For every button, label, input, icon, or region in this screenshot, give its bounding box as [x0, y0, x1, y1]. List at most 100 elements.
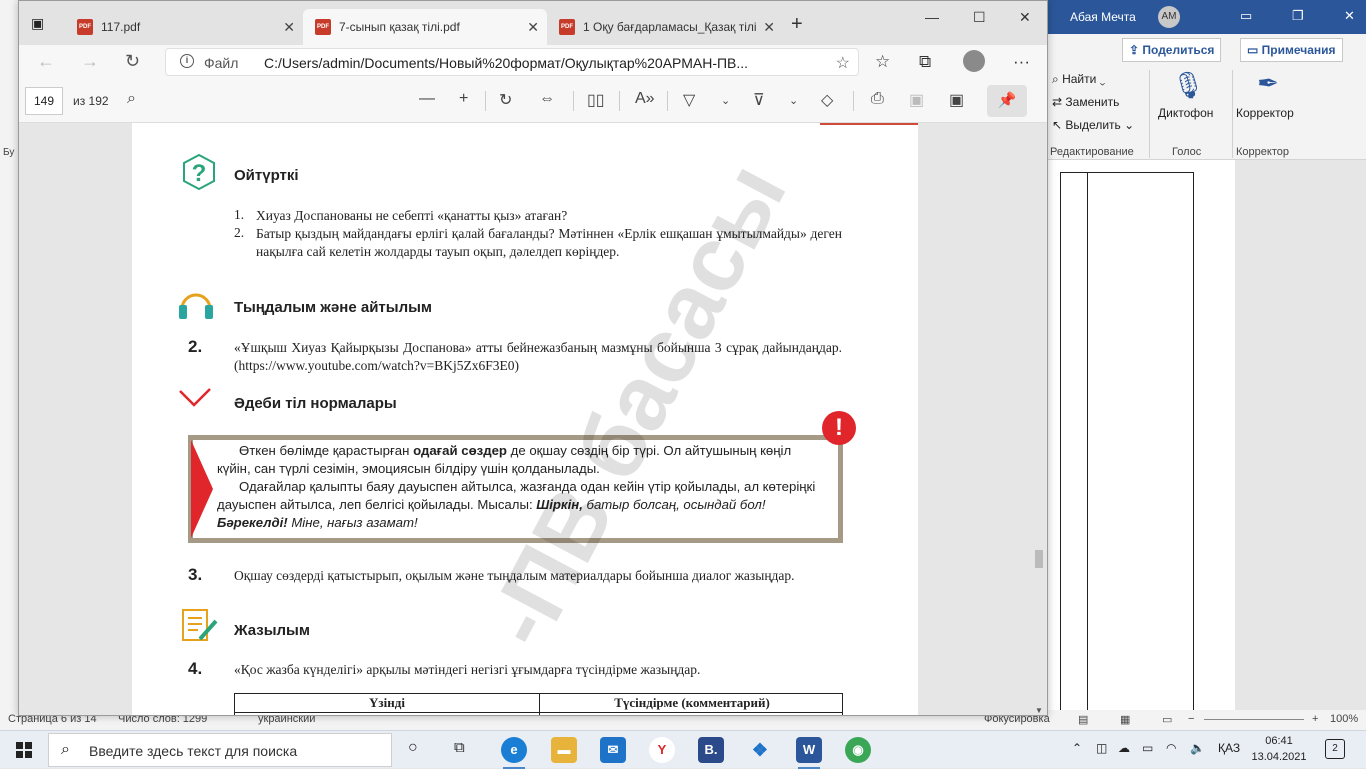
minimize-icon[interactable]: —	[925, 9, 939, 25]
add-favorite-icon[interactable]: ☆	[836, 53, 850, 73]
taskbar-search-input[interactable]: ⌕ Введите здесь текст для поиска	[48, 733, 392, 767]
tab-7-synyp-pdf[interactable]: PDF 7-сынып қазақ тілі.pdf ✕	[303, 9, 547, 45]
scroll-down-icon[interactable]: ▼	[1035, 706, 1043, 715]
close-icon[interactable]: ✕	[1344, 8, 1355, 24]
cortana-icon[interactable]: ○	[408, 739, 418, 757]
edge-app-icon[interactable]: e	[501, 737, 527, 769]
b-app-icon[interactable]: B.	[698, 737, 724, 763]
restore-icon[interactable]: ❐	[1292, 8, 1304, 24]
search-icon[interactable]: ⌕	[127, 90, 136, 108]
task-3-text: Оқшау сөздерді қатыстырып, оқылым және т…	[234, 568, 795, 583]
tab-actions-icon[interactable]: ▣	[31, 15, 44, 32]
more-icon[interactable]: ···	[1013, 52, 1030, 72]
scrollbar-thumb[interactable]	[1035, 550, 1043, 568]
page-view-icon[interactable]: ▯▯	[587, 90, 605, 110]
chrome-icon[interactable]: ◉	[845, 737, 871, 763]
pin-toolbar-button[interactable]: 📌	[987, 85, 1027, 117]
read-mode-icon[interactable]: ▤	[1078, 713, 1088, 726]
volume-icon[interactable]: 🔈	[1190, 741, 1205, 755]
fit-page-icon[interactable]: ⇔	[539, 90, 555, 108]
chevron-up-icon[interactable]: ⌃	[1072, 741, 1082, 755]
word-user-name[interactable]: Абая Мечта	[1070, 10, 1136, 24]
zoom-out-icon[interactable]: —	[419, 90, 435, 108]
info-icon[interactable]: i	[180, 54, 194, 68]
rotate-icon[interactable]: ↻	[499, 90, 512, 110]
new-tab-button[interactable]: +	[791, 13, 803, 36]
section-title-tyndalym: Тыңдалым және айтылым	[234, 299, 433, 316]
cloud-icon[interactable]: ☁	[1118, 741, 1130, 755]
favorites-icon[interactable]: ☆	[875, 52, 890, 72]
tab-117-pdf[interactable]: PDF 117.pdf ✕	[65, 9, 304, 45]
tab-oqu-bagdarlamasy[interactable]: PDF 1 Оқу бағдарламасы_Қазақ тілі ✕	[547, 9, 783, 45]
dictation-label[interactable]: Диктофон	[1158, 106, 1213, 120]
notes-label: Примечания	[1261, 43, 1336, 57]
diary-table: Үзінді Түсіндірме (комментарий)	[234, 693, 843, 715]
section-title-adebi-til: Әдеби тіл нормалары	[234, 395, 397, 412]
word-app-icon[interactable]: W	[796, 737, 822, 769]
toolbar-divider	[573, 91, 574, 111]
word-titlebar: Абая Мечта AM ▭ ❐ ✕	[1048, 0, 1366, 34]
find-button[interactable]: ⌕ Найти ⌄	[1052, 72, 1105, 87]
zoom-out-icon[interactable]: −	[1188, 713, 1194, 725]
notes-button[interactable]: ▭ Примечания	[1240, 38, 1343, 62]
close-icon[interactable]: ✕	[283, 19, 295, 36]
scrollbar[interactable]: ▼	[1033, 123, 1045, 715]
url-text[interactable]: C:/Users/admin/Documents/Новый%20формат/…	[264, 55, 824, 71]
profile-icon[interactable]	[963, 50, 985, 72]
camera-icon[interactable]: ◫	[1096, 741, 1107, 755]
print-layout-icon[interactable]: ▦	[1120, 713, 1130, 726]
yandex-icon[interactable]: Y	[649, 737, 675, 763]
zoom-slider[interactable]	[1204, 719, 1304, 720]
maximize-icon[interactable]: ☐	[973, 9, 986, 26]
close-icon[interactable]: ✕	[759, 19, 775, 36]
print-icon[interactable]: ⎙	[871, 90, 884, 108]
pdf-icon: PDF	[77, 19, 93, 35]
toolbar-divider	[619, 91, 620, 111]
checkmark-icon	[179, 388, 211, 407]
notification-icon[interactable]: 2	[1325, 739, 1345, 759]
pen-icon[interactable]: ✒	[1248, 68, 1288, 99]
clock[interactable]: 06:41 13.04.2021	[1250, 733, 1308, 765]
save-icon[interactable]: ▣	[909, 90, 924, 110]
windows-start-icon[interactable]	[16, 742, 32, 758]
share-button[interactable]: ⇪ Поделиться	[1122, 38, 1222, 62]
task-number: 4.	[188, 659, 203, 678]
editor-label[interactable]: Корректор	[1236, 106, 1294, 120]
battery-icon[interactable]: ▭	[1142, 741, 1153, 755]
chevron-down-icon[interactable]: ⌄	[789, 94, 798, 107]
zoom-in-icon[interactable]: +	[459, 90, 468, 108]
dropbox-icon[interactable]: ❖	[747, 737, 773, 763]
web-layout-icon[interactable]: ▭	[1162, 713, 1172, 726]
tab-label: 117.pdf	[101, 20, 141, 34]
ribbon-display-icon[interactable]: ▭	[1240, 8, 1252, 24]
task-view-icon[interactable]: ⧉	[454, 739, 465, 756]
language-indicator[interactable]: ҚАЗ	[1218, 741, 1240, 755]
page-number-input[interactable]: 149	[25, 87, 63, 115]
forward-icon[interactable]: →	[81, 51, 99, 72]
avatar[interactable]: AM	[1158, 6, 1180, 28]
save-as-icon[interactable]: ▣	[949, 90, 964, 110]
highlight-icon[interactable]: ⊽	[753, 90, 765, 110]
replace-label: Заменить	[1065, 95, 1120, 109]
zoom-level[interactable]: 100%	[1330, 713, 1358, 725]
back-icon[interactable]: ←	[37, 51, 55, 72]
chevron-down-icon[interactable]: ⌄	[721, 94, 730, 107]
table-divider	[1087, 173, 1088, 711]
mail-icon[interactable]: ✉	[600, 737, 626, 763]
draw-icon[interactable]: ▽	[683, 90, 695, 110]
close-icon[interactable]: ✕	[527, 19, 539, 36]
zoom-in-icon[interactable]: +	[1312, 713, 1318, 725]
file-explorer-icon[interactable]: ▬	[551, 737, 577, 763]
wifi-icon[interactable]: ◠	[1166, 741, 1176, 755]
url-input[interactable]: i Файл C:/Users/admin/Documents/Новый%20…	[165, 48, 859, 76]
replace-button[interactable]: ⇄ Заменить	[1052, 95, 1119, 109]
close-window-icon[interactable]: ✕	[1019, 9, 1031, 26]
microphone-icon[interactable]: 🎙	[1168, 70, 1208, 101]
refresh-icon[interactable]: ↻	[125, 51, 140, 72]
read-aloud-icon[interactable]: A»	[635, 90, 655, 108]
task-4-text: «Қос жазба күнделігі» арқылы мәтіндегі н…	[234, 662, 701, 677]
collections-icon[interactable]: ⧉	[919, 52, 931, 72]
search-icon: ⌕	[61, 741, 70, 758]
select-button[interactable]: ↖ Выделить ⌄	[1052, 118, 1134, 132]
eraser-icon[interactable]: ◇	[821, 90, 833, 110]
